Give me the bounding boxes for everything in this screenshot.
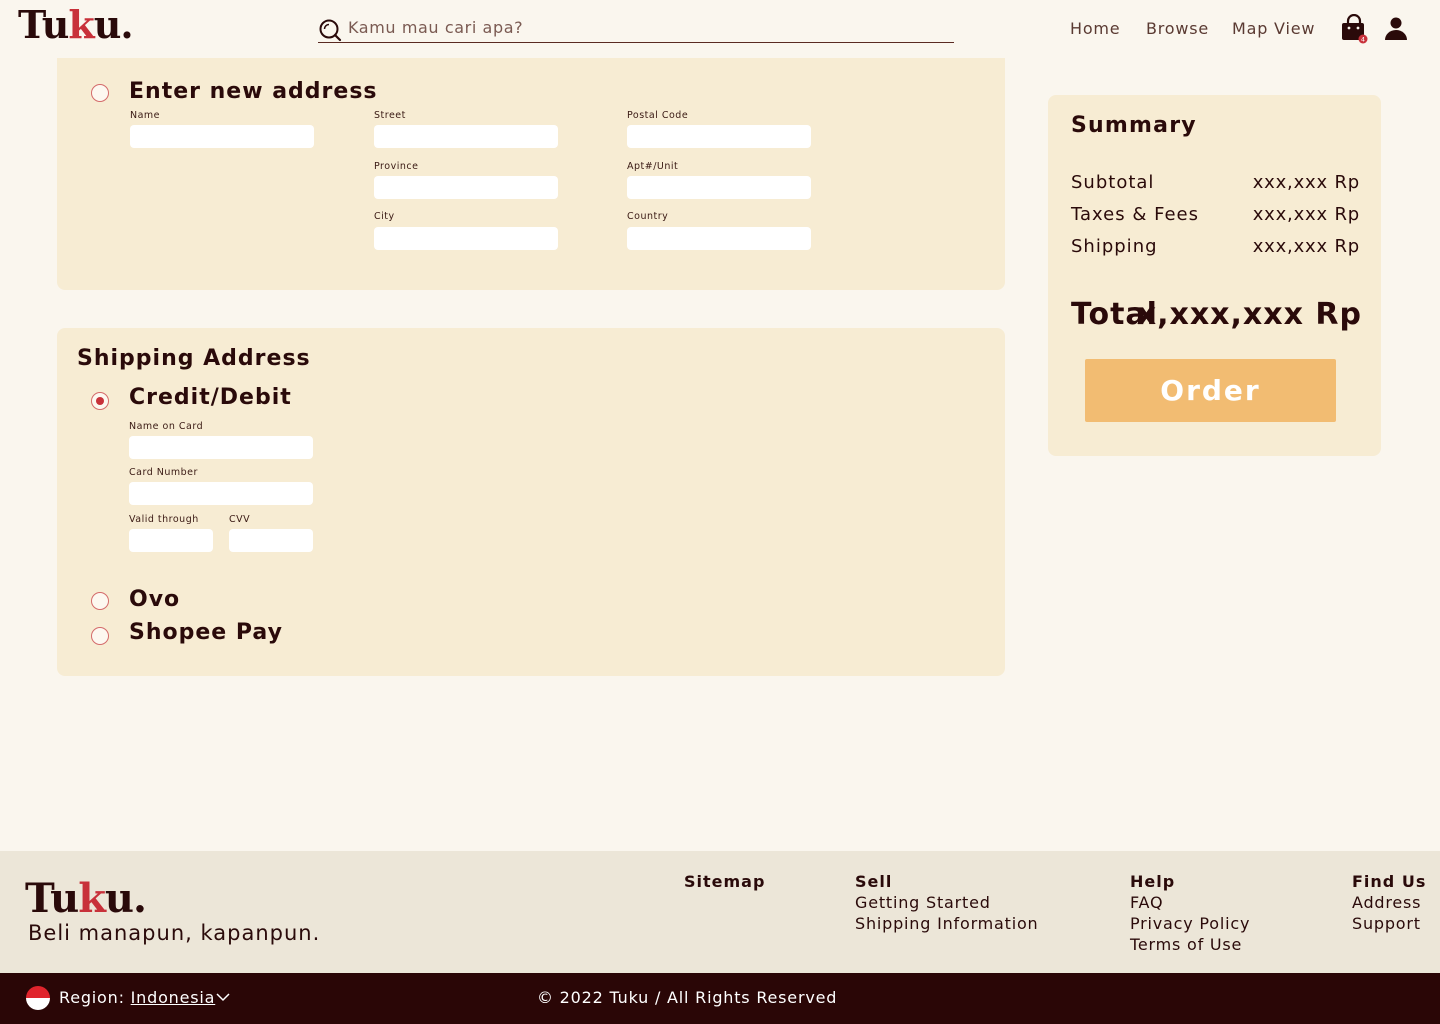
- footer-link-getting-started[interactable]: Getting Started: [855, 893, 991, 912]
- name-on-card-label: Name on Card: [129, 421, 204, 432]
- apt-unit-field[interactable]: [627, 176, 811, 199]
- ovo-label: Ovo: [129, 587, 181, 612]
- logo-text-k: k: [68, 2, 94, 47]
- nav-home[interactable]: Home: [1070, 19, 1120, 38]
- tuku-logo[interactable]: Tuku.: [18, 6, 134, 44]
- cart-badge-count: 4: [1361, 36, 1365, 44]
- shopee-pay-label: Shopee Pay: [129, 620, 283, 645]
- footer-logo-text-k: k: [78, 875, 106, 922]
- footer-link-shipping-information[interactable]: Shipping Information: [855, 914, 1039, 933]
- shopee-pay-radio[interactable]: [91, 627, 109, 645]
- province-field[interactable]: [374, 176, 558, 199]
- user-icon[interactable]: [1384, 16, 1408, 40]
- shipping-value: xxx,xxx Rp: [1252, 236, 1360, 257]
- street-field[interactable]: [374, 125, 558, 148]
- shipping-label: Shipping: [1071, 236, 1158, 257]
- footer-sitemap-link[interactable]: Sitemap: [684, 872, 765, 891]
- taxes-fees-label: Taxes & Fees: [1071, 204, 1199, 225]
- apt-unit-label: Apt#/Unit: [627, 161, 679, 172]
- ovo-radio[interactable]: [91, 592, 109, 610]
- search-icon[interactable]: [318, 18, 342, 42]
- footer-logo-text-left: Tu: [25, 875, 79, 922]
- search-bar: [318, 14, 954, 43]
- nav-map-view[interactable]: Map View: [1232, 19, 1315, 38]
- footer-help-title: Help: [1130, 872, 1176, 891]
- credit-debit-radio[interactable]: [91, 392, 109, 410]
- payment-section-title: Shipping Address: [77, 346, 311, 371]
- chevron-down-icon[interactable]: [216, 992, 230, 1002]
- footer-link-privacy-policy[interactable]: Privacy Policy: [1130, 914, 1250, 933]
- country-label: Country: [627, 211, 669, 222]
- new-address-card: [57, 40, 1005, 290]
- footer-link-faq[interactable]: FAQ: [1130, 893, 1163, 912]
- valid-through-field[interactable]: [129, 529, 213, 552]
- enter-new-address-label: Enter new address: [129, 79, 378, 104]
- subtotal-label: Subtotal: [1071, 172, 1155, 193]
- nav-browse[interactable]: Browse: [1146, 19, 1209, 38]
- order-button[interactable]: Order: [1085, 359, 1336, 422]
- summary-title: Summary: [1071, 113, 1197, 138]
- name-field[interactable]: [130, 125, 314, 148]
- top-header: Tuku. Home Browse Map View 4: [0, 0, 1440, 58]
- name-label: Name: [130, 110, 161, 121]
- footer-tagline: Beli manapun, kapanpun.: [28, 921, 321, 945]
- province-label: Province: [374, 161, 419, 172]
- copyright-text: © 2022 Tuku / All Rights Reserved: [537, 988, 838, 1007]
- footer-logo[interactable]: Tuku.: [25, 879, 147, 919]
- city-label: City: [374, 211, 395, 222]
- total-value: x,xxx,xxx Rp: [1136, 297, 1362, 332]
- footer-link-terms-of-use[interactable]: Terms of Use: [1130, 935, 1242, 954]
- footer-logo-text-right: u.: [104, 875, 147, 922]
- logo-text-left: Tu: [18, 2, 69, 47]
- valid-through-label: Valid through: [129, 514, 199, 525]
- footer-bottom-bar: Region: Indonesia © 2022 Tuku / All Righ…: [0, 973, 1440, 1024]
- enter-new-address-radio[interactable]: [91, 84, 109, 102]
- country-field[interactable]: [627, 227, 811, 250]
- city-field[interactable]: [374, 227, 558, 250]
- region-value[interactable]: Indonesia: [131, 988, 216, 1007]
- street-label: Street: [374, 110, 406, 121]
- footer-link-support[interactable]: Support: [1352, 914, 1421, 933]
- footer-find-us-title: Find Us: [1352, 872, 1427, 891]
- footer-link-address[interactable]: Address: [1352, 893, 1421, 912]
- card-number-label: Card Number: [129, 467, 198, 478]
- footer-sell-title: Sell: [855, 872, 893, 891]
- logo-text-right: u.: [93, 2, 134, 47]
- footer: Tuku. Beli manapun, kapanpun. Sitemap Se…: [0, 851, 1440, 973]
- cvv-label: CVV: [229, 514, 251, 525]
- indonesia-flag-icon: [26, 986, 50, 1010]
- credit-debit-label: Credit/Debit: [129, 385, 292, 410]
- region-selector[interactable]: Region: Indonesia: [59, 988, 215, 1007]
- shopping-bag-icon[interactable]: 4: [1340, 14, 1368, 44]
- card-number-field[interactable]: [129, 482, 313, 505]
- postal-code-label: Postal Code: [627, 110, 689, 121]
- subtotal-value: xxx,xxx Rp: [1252, 172, 1360, 193]
- name-on-card-field[interactable]: [129, 436, 313, 459]
- search-input[interactable]: [348, 14, 948, 40]
- postal-code-field[interactable]: [627, 125, 811, 148]
- region-label: Region:: [59, 988, 125, 1007]
- cvv-field[interactable]: [229, 529, 313, 552]
- taxes-fees-value: xxx,xxx Rp: [1252, 204, 1360, 225]
